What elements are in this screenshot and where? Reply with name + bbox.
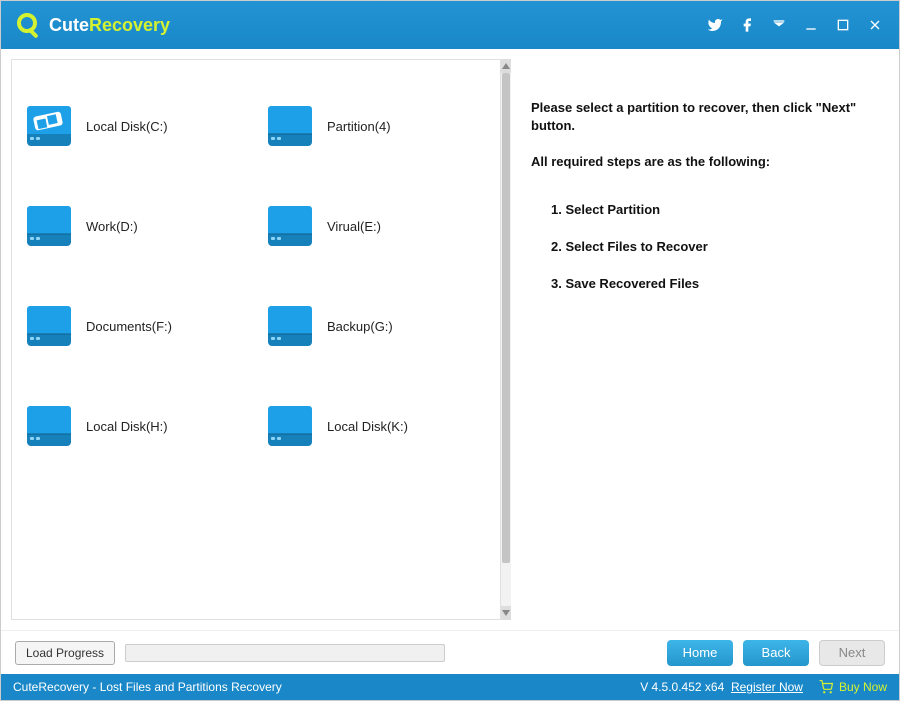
drive-icon [265, 204, 315, 248]
status-text: CuteRecovery - Lost Files and Partitions… [13, 680, 282, 694]
partition-label: Local Disk(C:) [86, 119, 168, 134]
partition-label: Backup(G:) [327, 319, 393, 334]
cart-icon [819, 680, 833, 694]
partition-item[interactable]: Partition(4) [261, 100, 492, 152]
scroll-track[interactable] [501, 73, 511, 606]
partition-list-pane: Local Disk(C:) Partition(4) Work(D:) Virual… [11, 59, 501, 620]
drive-system-icon [24, 104, 74, 148]
progress-field [125, 644, 445, 662]
titlebar: CuteRecovery [1, 1, 899, 49]
vertical-scrollbar[interactable] [501, 59, 511, 620]
instructions-pane: Please select a partition to recover, th… [513, 59, 889, 620]
partition-label: Local Disk(K:) [327, 419, 408, 434]
drive-icon [265, 104, 315, 148]
bottom-bar: Load Progress Home Back Next [1, 630, 899, 674]
instruction-line-1: Please select a partition to recover, th… [531, 99, 871, 135]
back-button[interactable]: Back [743, 640, 809, 666]
partition-item[interactable]: Work(D:) [20, 200, 251, 252]
maximize-icon[interactable] [829, 11, 857, 39]
minimize-icon[interactable] [797, 11, 825, 39]
facebook-icon[interactable] [733, 11, 761, 39]
statusbar: CuteRecovery - Lost Files and Partitions… [1, 674, 899, 700]
step-1: 1. Select Partition [551, 202, 871, 217]
title-recovery: Recovery [89, 15, 170, 35]
twitter-icon[interactable] [701, 11, 729, 39]
drive-icon [265, 304, 315, 348]
app-title: CuteRecovery [49, 15, 170, 36]
scroll-down-icon[interactable] [501, 606, 511, 620]
partition-label: Partition(4) [327, 119, 391, 134]
drive-icon [265, 404, 315, 448]
step-3: 3. Save Recovered Files [551, 276, 871, 291]
partition-item[interactable]: Local Disk(C:) [20, 100, 251, 152]
register-link[interactable]: Register Now [731, 680, 803, 694]
step-2: 2. Select Files to Recover [551, 239, 871, 254]
close-icon[interactable] [861, 11, 889, 39]
title-cute: Cute [49, 15, 89, 35]
next-button[interactable]: Next [819, 640, 885, 666]
scroll-up-icon[interactable] [501, 59, 511, 73]
partition-item[interactable]: Virual(E:) [261, 200, 492, 252]
menu-icon[interactable] [765, 11, 793, 39]
instruction-line-2: All required steps are as the following: [531, 153, 871, 171]
partition-label: Local Disk(H:) [86, 419, 168, 434]
partition-label: Virual(E:) [327, 219, 381, 234]
home-button[interactable]: Home [667, 640, 733, 666]
partition-label: Documents(F:) [86, 319, 172, 334]
drive-icon [24, 404, 74, 448]
partition-item[interactable]: Local Disk(K:) [261, 400, 492, 452]
partition-label: Work(D:) [86, 219, 138, 234]
drive-icon [24, 204, 74, 248]
drive-icon [24, 304, 74, 348]
scroll-thumb[interactable] [502, 73, 510, 563]
version-text: V 4.5.0.452 x64 [640, 680, 724, 694]
buy-now-link[interactable]: Buy Now [819, 680, 887, 694]
load-progress-button[interactable]: Load Progress [15, 641, 115, 665]
partition-item[interactable]: Backup(G:) [261, 300, 492, 352]
partition-item[interactable]: Documents(F:) [20, 300, 251, 352]
buy-now-label: Buy Now [839, 680, 887, 694]
app-logo-icon [9, 9, 41, 41]
partition-item[interactable]: Local Disk(H:) [20, 400, 251, 452]
